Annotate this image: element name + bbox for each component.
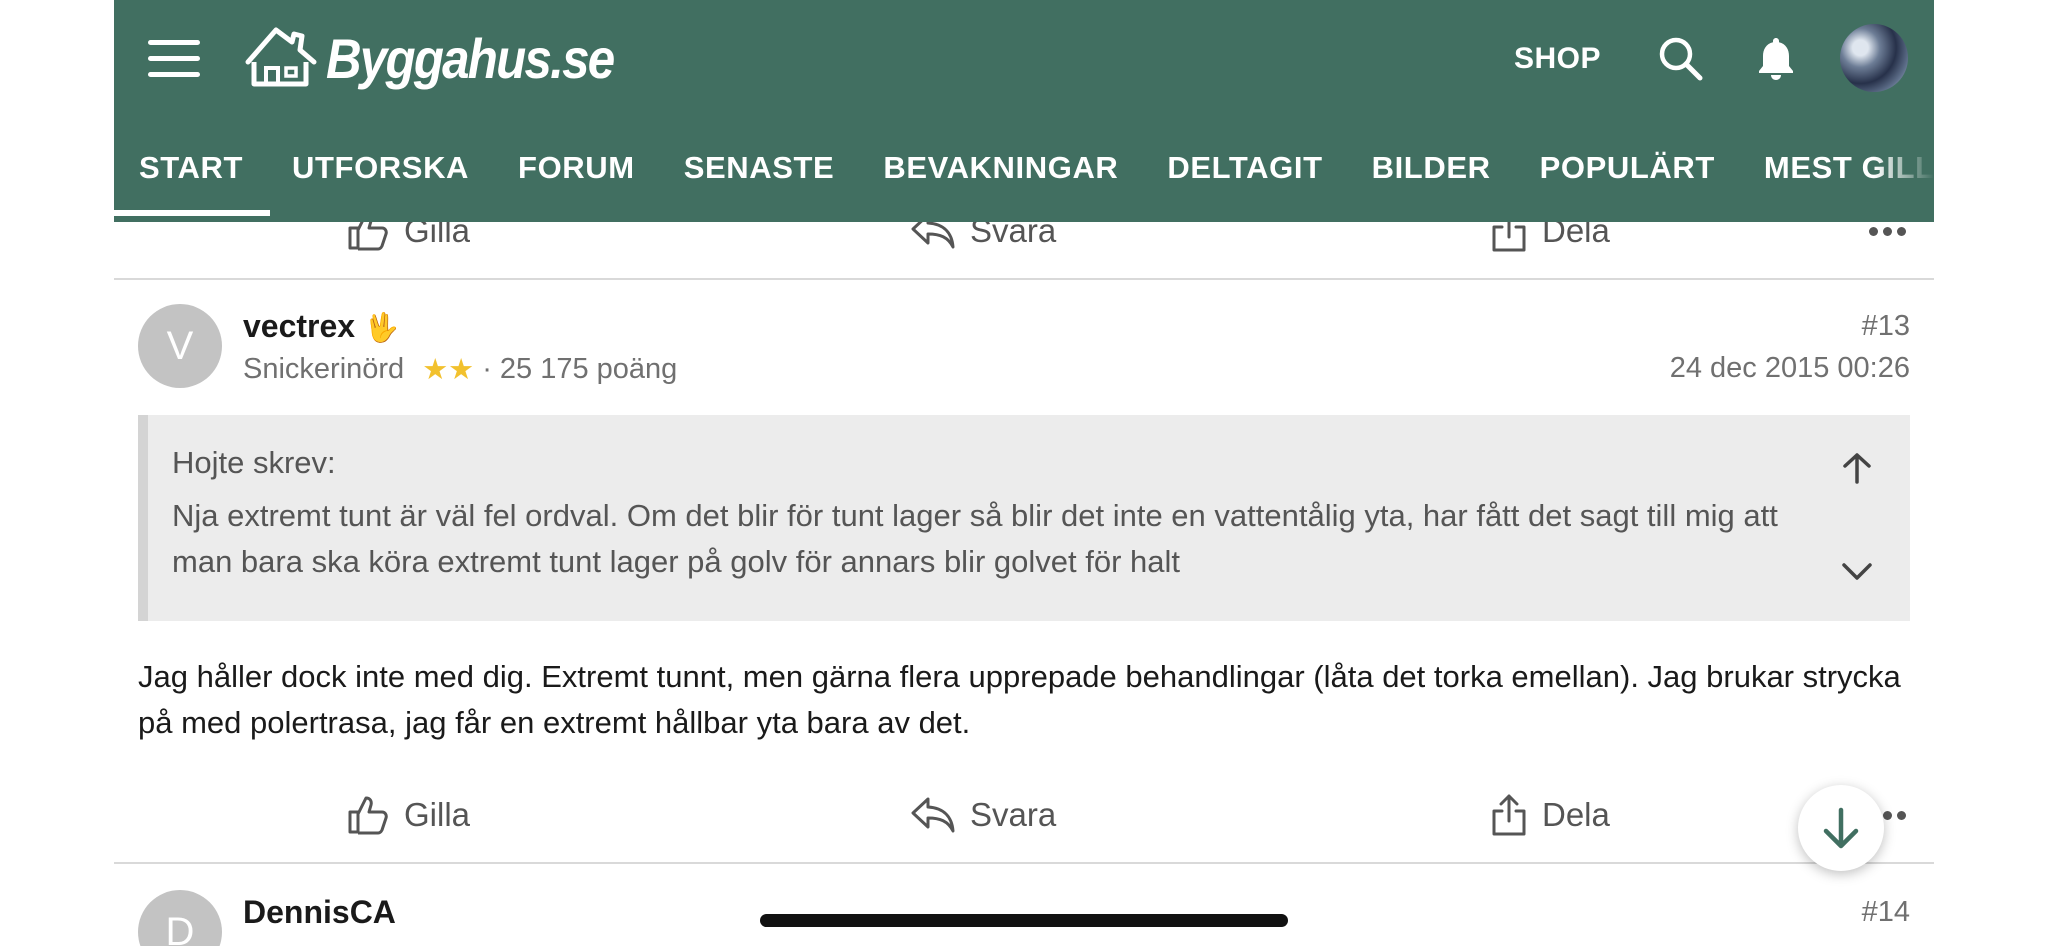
post-body: Jag håller dock inte med dig. Extremt tu… (138, 659, 1901, 740)
reply-icon (911, 797, 955, 833)
user-role: Snickerinörd (243, 353, 405, 385)
user-points: · 25 175 poäng (482, 353, 678, 385)
avatar[interactable]: V (138, 304, 222, 388)
post-meta: Snickerinörd ★★ · 25 175 poäng (243, 352, 677, 387)
quote-text: Nja extremt tunt är väl fel ordval. Om d… (172, 498, 1778, 579)
chevron-down-icon[interactable] (1840, 555, 1874, 589)
shop-link[interactable]: SHOP (1514, 42, 1601, 76)
nav-deltagit[interactable]: DELTAGIT (1167, 146, 1322, 202)
nav-bevakningar[interactable]: BEVAKNINGAR (883, 146, 1118, 202)
bell-icon[interactable] (1754, 34, 1798, 82)
nav-senaste[interactable]: SENASTE (684, 146, 835, 202)
nav-popularat[interactable]: POPULÄRT (1540, 146, 1715, 202)
avatar[interactable]: D (138, 890, 222, 946)
share-label: Dela (1542, 796, 1610, 833)
arrow-up-icon[interactable] (1840, 451, 1874, 485)
post-username[interactable]: vectrex 🖖 (243, 308, 399, 345)
post-actions: Gilla Svara Dela (114, 780, 1934, 850)
site-header: Byggahus.se SHOP START UTFORSKA FORUM SE… (114, 0, 1934, 222)
reply-button[interactable]: Svara (910, 780, 1056, 850)
like-label: Gilla (404, 796, 471, 833)
main-nav: START UTFORSKA FORUM SENASTE BEVAKNINGAR… (114, 146, 1934, 202)
nav-start[interactable]: START (139, 146, 243, 202)
logo-text: Byggahus.se (326, 26, 615, 90)
username-text: vectrex (243, 308, 356, 344)
page: Gilla Svara Dela V vectrex 🖖 Snickerinör… (114, 0, 1934, 946)
nav-utforska[interactable]: UTFORSKA (292, 146, 469, 202)
share-button[interactable]: Dela (1490, 780, 1610, 850)
arrow-down-icon (1823, 807, 1859, 849)
vulcan-salute-icon: 🖖 (363, 312, 399, 343)
divider (114, 862, 1934, 864)
house-logo-icon (245, 27, 317, 87)
post-date: 24 dec 2015 00:26 (1669, 352, 1910, 384)
rating-stars: ★★ (422, 354, 475, 386)
quote-block: Hojte skrev: Nja extremt tunt är väl fel… (138, 415, 1910, 621)
nav-fade (1874, 140, 1934, 210)
divider (114, 278, 1934, 280)
hamburger-menu-icon[interactable] (148, 40, 200, 78)
user-avatar[interactable] (1840, 24, 1908, 92)
post-number[interactable]: #14 (1862, 896, 1910, 929)
thumbs-up-icon (348, 796, 388, 835)
active-tab-indicator (114, 210, 270, 216)
post-number[interactable]: #13 (1862, 310, 1910, 343)
scroll-down-button[interactable] (1798, 785, 1884, 871)
nav-bilder[interactable]: BILDER (1372, 146, 1491, 202)
share-icon (1492, 794, 1526, 836)
reply-label: Svara (970, 796, 1057, 833)
like-button[interactable]: Gilla (346, 780, 470, 850)
site-logo[interactable]: Byggahus.se (242, 18, 653, 98)
quote-author[interactable]: Hojte skrev: (172, 445, 336, 481)
nav-forum[interactable]: FORUM (518, 146, 635, 202)
post-username[interactable]: DennisCA (243, 894, 396, 931)
search-icon[interactable] (1656, 34, 1704, 82)
home-indicator[interactable] (760, 914, 1288, 927)
